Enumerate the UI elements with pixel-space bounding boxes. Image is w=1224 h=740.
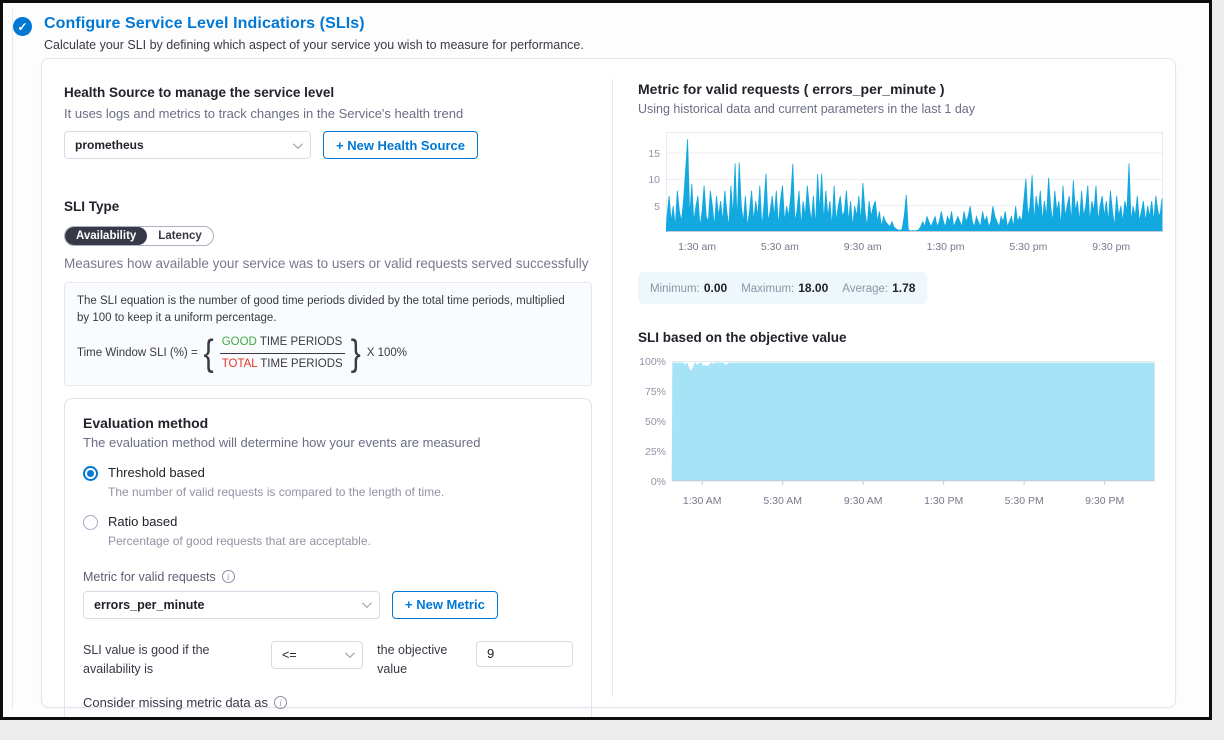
- info-icon[interactable]: i: [274, 696, 287, 709]
- ratio-based-radio[interactable]: [83, 515, 98, 530]
- ratio-based-desc: Percentage of good requests that are acc…: [108, 534, 371, 548]
- threshold-based-option: Threshold based The number of valid requ…: [83, 466, 573, 499]
- x-tick-label: 5:30 AM: [763, 495, 802, 507]
- metric-chart-title: Metric for valid requests ( errors_per_m…: [638, 81, 1163, 97]
- x-tick-label: 1:30 am: [678, 241, 716, 253]
- objective-row: SLI value is good if the availability is…: [83, 641, 573, 680]
- missing-data-label-row: Consider missing metric data as i: [83, 695, 573, 710]
- y-tick-label: 15: [648, 148, 660, 160]
- sli-chart-y-axis: 0%25%50%75%100%: [638, 361, 672, 512]
- formula-den-rest: TIME PERIODS: [257, 358, 342, 370]
- metric-chart-plot: [666, 132, 1163, 232]
- new-health-source-button[interactable]: + New Health Source: [323, 131, 478, 159]
- metric-valid-requests-label: Metric for valid requests: [83, 570, 216, 584]
- y-tick-label: 100%: [639, 356, 666, 368]
- info-icon[interactable]: i: [222, 570, 235, 583]
- metric-selected-value: errors_per_minute: [94, 598, 204, 612]
- health-source-heading: Health Source to manage the service leve…: [64, 85, 592, 100]
- sli-chart-title: SLI based on the objective value: [638, 330, 1163, 345]
- x-tick-label: 9:30 am: [844, 241, 882, 253]
- sli-type-heading: SLI Type: [64, 199, 592, 214]
- formula-fraction: GOOD TIME PERIODS TOTAL TIME PERIODS: [220, 334, 345, 372]
- page-header: ✓ Configure Service Level Indicatiors (S…: [13, 15, 584, 52]
- avg-label: Average:: [842, 283, 888, 295]
- threshold-based-radio[interactable]: [83, 466, 98, 481]
- sli-config-card: Health Source to manage the service leve…: [41, 58, 1176, 708]
- sli-equation-formula: Time Window SLI (%) = { GOOD TIME PERIOD…: [77, 334, 579, 372]
- missing-data-label: Consider missing metric data as: [83, 695, 268, 710]
- sli-type-toggle: Availability Latency: [64, 226, 214, 246]
- new-metric-button[interactable]: + New Metric: [392, 591, 498, 619]
- y-tick-label: 10: [648, 174, 660, 186]
- preview-column: Metric for valid requests ( errors_per_m…: [613, 59, 1175, 707]
- sli-chart-plot: [672, 361, 1155, 486]
- sli-type-option-availability[interactable]: Availability: [65, 227, 147, 245]
- x-tick-label: 9:30 pm: [1092, 241, 1130, 253]
- x-tick-label: 1:30 PM: [924, 495, 963, 507]
- ratio-based-label: Ratio based: [108, 514, 371, 529]
- sli-type-description: Measures how available your service was …: [64, 256, 592, 271]
- metric-select[interactable]: errors_per_minute: [83, 591, 380, 619]
- x-tick-label: 9:30 AM: [844, 495, 883, 507]
- chevron-down-icon: [345, 648, 355, 658]
- x-tick-label: 5:30 am: [761, 241, 799, 253]
- metric-chart-x-axis: 1:30 am 5:30 am 9:30 am 1:30 pm 5:30 pm 9:30 …: [666, 238, 1163, 258]
- threshold-based-desc: The number of valid requests is compared…: [108, 485, 444, 499]
- chevron-down-icon: [293, 139, 303, 149]
- app-window: ✓ Configure Service Level Indicatiors (S…: [0, 0, 1212, 720]
- objective-prefix: SLI value is good if the availability is: [83, 641, 257, 680]
- avg-value: 1.78: [892, 281, 915, 295]
- page-subtitle: Calculate your SLI by defining which asp…: [44, 38, 584, 52]
- max-label: Maximum:: [741, 283, 794, 295]
- x-tick-label: 5:30 pm: [1009, 241, 1047, 253]
- open-brace: {: [204, 335, 214, 373]
- x-tick-label: 9:30 PM: [1085, 495, 1124, 507]
- wizard-connector-line: [12, 9, 13, 709]
- close-brace: }: [351, 335, 361, 373]
- x-tick-label: 5:30 PM: [1005, 495, 1044, 507]
- health-source-select[interactable]: prometheus: [64, 131, 311, 159]
- sli-equation-text: The SLI equation is the number of good t…: [77, 293, 577, 326]
- formula-num-rest: TIME PERIODS: [257, 336, 342, 348]
- metric-stats-pill: Minimum: 0.00 Maximum: 18.00 Average: 1.78: [638, 272, 927, 304]
- operator-value: <=: [282, 648, 297, 662]
- chevron-down-icon: [362, 598, 372, 608]
- evaluation-method-card: Evaluation method The evaluation method …: [64, 398, 592, 720]
- metric-chart-subtitle: Using historical data and current parame…: [638, 102, 1163, 116]
- formula-total: TOTAL: [222, 358, 258, 370]
- evaluation-subheading: The evaluation method will determine how…: [83, 435, 573, 450]
- config-column: Health Source to manage the service leve…: [42, 59, 612, 707]
- formula-prefix: Time Window SLI (%) =: [77, 345, 198, 362]
- operator-select[interactable]: <=: [271, 641, 363, 669]
- y-tick-label: 50%: [645, 416, 666, 428]
- max-value: 18.00: [798, 281, 828, 295]
- min-label: Minimum:: [650, 283, 700, 295]
- formula-good: GOOD: [222, 336, 257, 348]
- threshold-based-label: Threshold based: [108, 465, 444, 480]
- y-tick-label: 75%: [645, 386, 666, 398]
- y-tick-label: 5: [654, 201, 660, 213]
- ratio-based-option: Ratio based Percentage of good requests …: [83, 515, 573, 548]
- sli-type-option-latency[interactable]: Latency: [147, 227, 212, 245]
- health-source-selected-value: prometheus: [75, 138, 144, 152]
- metric-chart: 5 10 15 1:30 am 5:30 am 9:30 am 1:30 pm 5:30 p…: [638, 132, 1163, 258]
- metric-valid-requests-label-row: Metric for valid requests i: [83, 570, 573, 584]
- x-tick-label: 1:30 pm: [927, 241, 965, 253]
- evaluation-heading: Evaluation method: [83, 415, 573, 431]
- y-tick-label: 25%: [645, 446, 666, 458]
- objective-value-input[interactable]: [476, 641, 573, 667]
- health-source-subheading: It uses logs and metrics to track change…: [64, 106, 592, 121]
- page-title: Configure Service Level Indicatiors (SLI…: [44, 15, 584, 33]
- step-complete-check-icon: ✓: [13, 17, 32, 36]
- objective-middle: the objective value: [377, 641, 452, 680]
- sli-chart-x-axis: 1:30 AM 5:30 AM 9:30 AM 1:30 PM 5:30 PM 9:30 …: [672, 492, 1155, 512]
- metric-chart-y-axis: 5 10 15: [638, 132, 666, 258]
- x-tick-label: 1:30 AM: [683, 495, 722, 507]
- sli-equation-box: The SLI equation is the number of good t…: [64, 282, 592, 386]
- sli-chart: 0%25%50%75%100% 1:30 AM5:30 AM9:30 AM1:3…: [638, 361, 1163, 512]
- y-tick-label: 0%: [651, 476, 666, 488]
- min-value: 0.00: [704, 281, 727, 295]
- formula-suffix: X 100%: [367, 345, 407, 362]
